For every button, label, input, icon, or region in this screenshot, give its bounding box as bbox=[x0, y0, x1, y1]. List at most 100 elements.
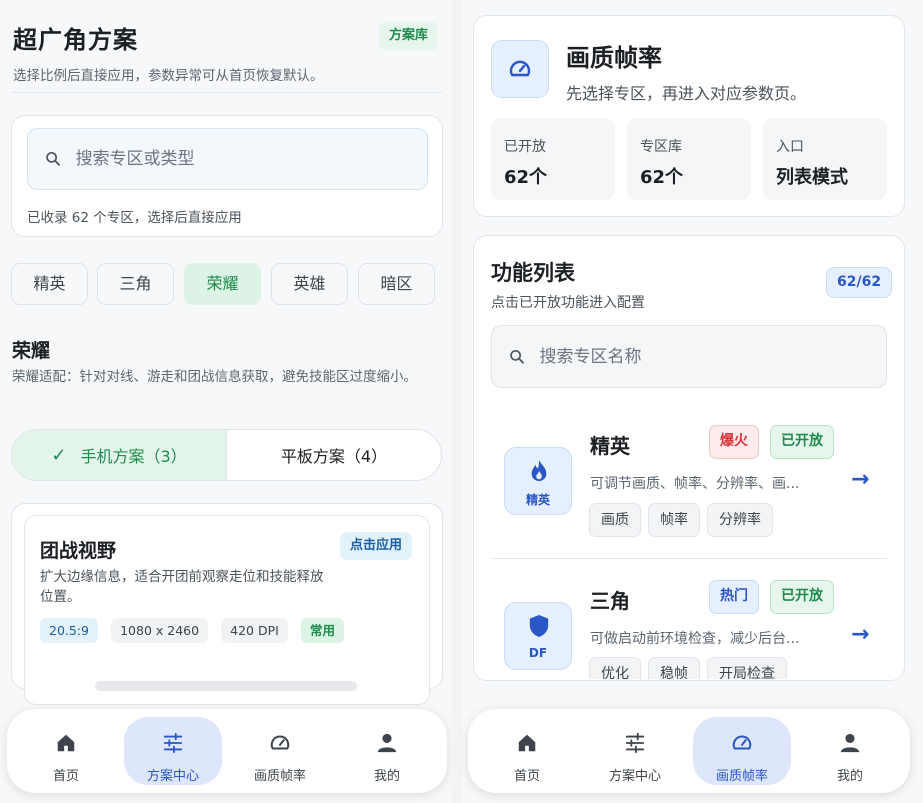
tab-phone-plans[interactable]: ✓ 手机方案（3） bbox=[12, 430, 227, 480]
feature-list-title: 功能列表 bbox=[491, 261, 575, 285]
user-icon bbox=[377, 733, 397, 753]
feature-name-jingying[interactable]: 精英 bbox=[590, 430, 630, 459]
feature-divider bbox=[491, 558, 887, 559]
speedometer-icon bbox=[509, 60, 531, 77]
zone-search-box[interactable] bbox=[27, 128, 428, 190]
plan-library-badge[interactable]: 方案库 bbox=[379, 22, 439, 50]
nav-quality-fps[interactable]: 画质帧率 bbox=[231, 717, 329, 785]
nav-quality-fps-label: 画质帧率 bbox=[253, 769, 306, 784]
left-panel: 超广角方案 方案库 选择比例后直接应用，参数异常可从首页恢复默认。 已收录 62… bbox=[0, 0, 452, 803]
stat-library-value: 62个 bbox=[640, 167, 684, 188]
nav-plan-center-label: 方案中心 bbox=[608, 769, 661, 784]
chip-anqu[interactable]: 暗区 bbox=[358, 263, 435, 305]
home-icon bbox=[518, 734, 536, 752]
plan-list-card: 团战视野 点击应用 扩大边缘信息，适合开团前观察走位和技能释放位置。 20.5:… bbox=[11, 503, 443, 705]
feature-tag: 优化 bbox=[589, 657, 641, 679]
feature-icon-jingying: 精英 bbox=[504, 447, 572, 515]
feature-icon-label: 精英 bbox=[525, 493, 550, 507]
feature-desc-sanjiao: 可做启动前环境检查，减少后台... bbox=[590, 631, 800, 647]
quality-title: 画质帧率 bbox=[566, 44, 662, 72]
nav-mine[interactable]: 我的 bbox=[801, 717, 899, 785]
nav-home[interactable]: 首页 bbox=[17, 717, 115, 785]
nav-home-label: 首页 bbox=[52, 769, 79, 784]
nav-plan-center[interactable]: 方案中心 bbox=[124, 717, 222, 785]
quality-icon-box bbox=[491, 40, 549, 98]
bottom-nav-right: 首页 方案中心 画质帧率 我的 bbox=[468, 709, 910, 793]
ratio-tag: 20.5:9 bbox=[40, 618, 98, 643]
dpi-tag: 420 DPI bbox=[221, 618, 288, 643]
bottom-nav-left: 首页 方案中心 画质帧率 我的 bbox=[7, 709, 447, 793]
common-tag: 常用 bbox=[300, 618, 344, 643]
feature-tag: 帧率 bbox=[648, 503, 700, 537]
feature-name-sanjiao[interactable]: 三角 bbox=[590, 585, 630, 614]
sliders-icon bbox=[163, 732, 183, 754]
stat-open-value: 62个 bbox=[504, 167, 548, 188]
nav-plan-center-label: 方案中心 bbox=[146, 769, 199, 784]
plan-title: 团战视野 bbox=[40, 540, 117, 562]
stat-entry: 入口 列表模式 bbox=[763, 118, 887, 200]
nav-quality-fps[interactable]: 画质帧率 bbox=[693, 717, 791, 785]
apply-button[interactable]: 点击应用 bbox=[340, 532, 413, 560]
tab-tablet-label: 平板方案（4） bbox=[280, 447, 388, 466]
shield-icon bbox=[529, 615, 549, 637]
speedometer-icon bbox=[270, 735, 290, 750]
resolution-tag: 1080 x 2460 bbox=[111, 618, 209, 643]
hot-badge: 热门 bbox=[709, 580, 759, 614]
sliders-icon bbox=[625, 732, 645, 754]
arrow-right-icon[interactable]: → bbox=[851, 622, 869, 647]
stat-library-key: 专区库 bbox=[640, 139, 682, 155]
open-badge: 已开放 bbox=[770, 580, 834, 614]
nav-mine-label: 我的 bbox=[373, 769, 400, 784]
arrow-right-icon[interactable]: → bbox=[851, 467, 869, 492]
chip-yingxiong[interactable]: 英雄 bbox=[271, 263, 348, 305]
nav-plan-center[interactable]: 方案中心 bbox=[586, 717, 684, 785]
search-card: 已收录 62 个专区，选择后直接应用 bbox=[11, 115, 443, 237]
nav-mine[interactable]: 我的 bbox=[338, 717, 436, 785]
nav-home[interactable]: 首页 bbox=[478, 717, 576, 785]
page-title: 超广角方案 bbox=[13, 26, 138, 54]
page-subtitle: 选择比例后直接应用，参数异常可从首页恢复默认。 bbox=[13, 68, 324, 84]
feature-list-subtitle: 点击已开放功能进入配置 bbox=[491, 295, 645, 311]
search-hint: 已收录 62 个专区，选择后直接应用 bbox=[27, 210, 242, 226]
hot-fire-badge: 爆火 bbox=[709, 425, 759, 459]
tab-tablet-plans[interactable]: 平板方案（4） bbox=[227, 430, 441, 480]
stat-entry-key: 入口 bbox=[776, 139, 804, 155]
next-plan-peek bbox=[95, 681, 357, 691]
check-icon: ✓ bbox=[51, 444, 67, 466]
feature-tag: 开局检查 bbox=[707, 657, 787, 679]
stat-open-key: 已开放 bbox=[504, 139, 546, 155]
section-desc: 荣耀适配：针对对线、游走和团战信息获取，避免技能区过度缩小。 bbox=[12, 369, 417, 385]
search-icon bbox=[46, 151, 60, 166]
feature-desc-jingying: 可调节画质、帧率、分辨率、画... bbox=[590, 476, 800, 492]
tab-phone-label: 手机方案（3） bbox=[80, 447, 187, 466]
plan-card[interactable]: 团战视野 点击应用 扩大边缘信息，适合开团前观察走位和技能释放位置。 20.5:… bbox=[24, 515, 430, 705]
feature-tag: 画质 bbox=[589, 503, 641, 537]
nav-quality-fps-label: 画质帧率 bbox=[715, 769, 768, 784]
speedometer-icon bbox=[732, 735, 752, 750]
plan-desc: 扩大边缘信息，适合开团前观察走位和技能释放位置。 bbox=[40, 569, 324, 605]
device-segment: ✓ 手机方案（3） 平板方案（4） bbox=[11, 429, 442, 481]
feature-count-badge: 62/62 bbox=[826, 267, 893, 298]
search-icon bbox=[510, 349, 524, 364]
feature-search-box[interactable] bbox=[491, 325, 887, 388]
home-icon bbox=[57, 734, 75, 752]
plan-tags: 20.5:9 1080 x 2460 420 DPI 常用 bbox=[40, 618, 352, 643]
section-title: 荣耀 bbox=[12, 340, 51, 362]
zone-search-input[interactable] bbox=[75, 149, 427, 169]
quality-subtitle: 先选择专区，再进入对应参数页。 bbox=[566, 84, 807, 103]
stat-library: 专区库 62个 bbox=[627, 118, 751, 200]
feature-tag: 稳帧 bbox=[648, 657, 700, 679]
stat-open: 已开放 62个 bbox=[491, 118, 615, 200]
feature-search-input[interactable] bbox=[539, 346, 886, 367]
chip-rongyao[interactable]: 荣耀 bbox=[184, 263, 261, 305]
divider bbox=[11, 92, 442, 93]
user-icon bbox=[840, 733, 860, 753]
feature-tag: 分辨率 bbox=[707, 503, 773, 537]
chip-jingying[interactable]: 精英 bbox=[11, 263, 88, 305]
stat-entry-value: 列表模式 bbox=[776, 167, 848, 188]
nav-mine-label: 我的 bbox=[836, 769, 863, 784]
chip-sanjiao[interactable]: 三角 bbox=[97, 263, 174, 305]
nav-home-label: 首页 bbox=[513, 769, 540, 784]
feature-tags-clip: 优化 稳帧 开局检查 bbox=[473, 657, 905, 679]
open-badge: 已开放 bbox=[770, 425, 834, 459]
